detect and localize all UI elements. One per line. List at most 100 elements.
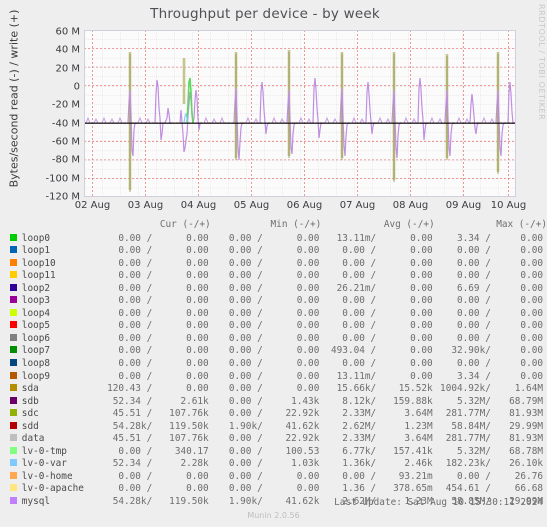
color-swatch-icon bbox=[9, 333, 17, 341]
legend-avg-pos: 157.41k bbox=[393, 445, 433, 457]
legend-cur-pos: 0.00 bbox=[186, 358, 209, 370]
legend-max-pos: 81.93M bbox=[509, 433, 543, 445]
legend-min-pos: 0.00 bbox=[296, 383, 320, 395]
legend-min-pos: 0.00 bbox=[296, 470, 320, 482]
color-swatch-icon bbox=[9, 346, 17, 354]
legend-row: lv-0-apache 0.00 / 0.00 0.00 / 0.00 1.36 / 378… bbox=[0, 483, 547, 496]
legend-swatch-cell bbox=[0, 433, 21, 446]
rrdtool-watermark: RRDTOOL / TOBI OETIKER bbox=[537, 4, 546, 121]
x-tick-label: 06 Aug bbox=[286, 200, 323, 211]
legend-cur-neg: 0.00 / bbox=[118, 358, 153, 370]
legend-min-neg: 0.00 / bbox=[228, 458, 263, 470]
legend-row: lv-0-var 52.34 / 2.28k 0.00 / 1.03k 1.36k/2.4… bbox=[0, 458, 547, 471]
legend-header-row: Cur (-/+) Min (-/+) Avg (-/+) Max (-/+) bbox=[0, 219, 547, 233]
legend-table: Cur (-/+) Min (-/+) Avg (-/+) Max (-/+) … bbox=[0, 219, 547, 509]
legend-max-neg: 32.90k/ bbox=[451, 345, 491, 357]
legend-cur-neg: 0.00 / bbox=[118, 307, 153, 319]
legend-min-neg: 0.00 / bbox=[228, 408, 263, 420]
legend-series-name: loop10 bbox=[21, 257, 56, 269]
legend-min-pos: 41.62k bbox=[285, 420, 320, 432]
legend-header-max: Max (-/+) bbox=[496, 219, 547, 230]
legend-series-name: loop3 bbox=[21, 295, 51, 307]
legend-swatch-cell bbox=[0, 320, 21, 333]
y-tick-label: -20 M bbox=[51, 99, 80, 111]
legend-max-pos: 0.00 bbox=[520, 320, 543, 332]
x-tick-label: 03 Aug bbox=[127, 200, 164, 211]
legend-cur-pos: 107.76k bbox=[169, 408, 209, 420]
y-tick-label: -40 M bbox=[51, 118, 80, 130]
legend-max-neg: 182.23k/ bbox=[445, 458, 491, 470]
legend-row: loop10 0.00 / 0.00 0.00 / 0.00 0.00 / 0.00 0.00… bbox=[0, 258, 547, 271]
legend-min-pos: 0.00 bbox=[296, 270, 320, 282]
legend-avg-neg: 0.00 / bbox=[342, 470, 377, 482]
legend-cur-neg: 0.00 / bbox=[118, 470, 153, 482]
legend-min-pos: 1.03k bbox=[291, 458, 320, 470]
y-tick-label: 40 M bbox=[55, 44, 80, 56]
legend-max-pos: 0.00 bbox=[520, 307, 543, 319]
legend-series-name: loop11 bbox=[21, 270, 56, 282]
color-swatch-icon bbox=[9, 271, 17, 279]
legend-cur-neg: 0.00 / bbox=[118, 282, 153, 294]
legend-series-name: loop5 bbox=[21, 320, 51, 332]
legend-header-swatch bbox=[0, 219, 21, 233]
legend-cur-pos: 0.00 bbox=[186, 270, 209, 282]
color-swatch-icon bbox=[9, 434, 17, 442]
legend-series-name: sdb bbox=[21, 395, 39, 407]
legend-avg-neg: 15.66k/ bbox=[336, 383, 377, 395]
legend-max-pos: 26.10k bbox=[509, 458, 543, 470]
legend-series-name: sdc bbox=[21, 408, 39, 420]
legend-max-pos: 0.00 bbox=[520, 358, 543, 370]
legend-min-neg: 0.00 / bbox=[228, 370, 263, 382]
legend-max-pos: 29.99M bbox=[509, 420, 543, 432]
legend-cur-pos: 0.00 bbox=[186, 320, 209, 332]
last-update: Last update: Sat Aug 10 15:30:11 2024 bbox=[334, 497, 543, 508]
x-tick-label: 07 Aug bbox=[339, 200, 376, 211]
legend-max-pos: 68.79M bbox=[509, 395, 543, 407]
y-tick-label: 20 M bbox=[55, 63, 80, 75]
legend-min-neg: 0.00 / bbox=[228, 483, 263, 495]
legend-swatch-cell bbox=[0, 396, 21, 409]
legend-avg-neg: 0.00 / bbox=[342, 295, 377, 307]
legend-series-name: sda bbox=[21, 383, 39, 395]
legend-series-name: lv-0-apache bbox=[21, 483, 84, 495]
legend-min-pos: 100.53 bbox=[285, 445, 320, 457]
munin-version: Munin 2.0.56 bbox=[247, 511, 300, 520]
legend-min-pos: 0.00 bbox=[296, 245, 320, 257]
legend-cur-neg: 0.00 / bbox=[118, 320, 153, 332]
legend-min-neg: 0.00 / bbox=[228, 257, 263, 269]
legend-cur-neg: 0.00 / bbox=[118, 332, 153, 344]
legend-min-pos: 0.00 bbox=[296, 483, 320, 495]
legend-max-neg: 281.77M/ bbox=[445, 408, 491, 420]
legend-cur-neg: 0.00 / bbox=[118, 370, 153, 382]
color-swatch-icon bbox=[9, 384, 17, 392]
legend-avg-neg: 0.00 / bbox=[342, 332, 377, 344]
color-swatch-icon bbox=[9, 421, 17, 429]
legend-avg-neg: 26.21m/ bbox=[336, 282, 377, 294]
legend-row: sdb 52.34 / 2.61k 0.00 / 1.43k 8.12k/159.88k 5… bbox=[0, 396, 547, 409]
legend-avg-pos: 1.23M bbox=[404, 420, 433, 432]
legend-series-name: loop6 bbox=[21, 332, 51, 344]
legend-series-name: loop2 bbox=[21, 282, 51, 294]
legend-max-neg: 3.34 / bbox=[456, 232, 491, 244]
x-tick-label: 10 Aug bbox=[490, 200, 527, 211]
legend-max-neg: 281.77M/ bbox=[445, 433, 491, 445]
legend-min-pos: 0.00 bbox=[296, 358, 320, 370]
legend-row: loop0 0.00 / 0.00 0.00 / 0.00 13.11m/0.00 3.34… bbox=[0, 233, 547, 246]
legend-avg-pos: 2.46k bbox=[404, 458, 433, 470]
legend-series-name: loop7 bbox=[21, 345, 51, 357]
legend-cur-neg: 120.43 / bbox=[107, 383, 153, 395]
legend-max-neg: 6.69 / bbox=[456, 282, 491, 294]
legend-min-neg: 0.00 / bbox=[228, 383, 263, 395]
legend-swatch-cell bbox=[0, 371, 21, 384]
legend-swatch-cell bbox=[0, 483, 21, 496]
y-tick-label: -80 M bbox=[51, 154, 80, 166]
legend-avg-pos: 378.65m bbox=[393, 483, 433, 495]
legend-cur-pos: 0.00 bbox=[186, 483, 209, 495]
legend-min-pos: 1.43k bbox=[291, 395, 320, 407]
color-swatch-icon bbox=[9, 246, 17, 254]
legend-cur-pos: 0.00 bbox=[186, 257, 209, 269]
legend-cur-pos: 2.28k bbox=[180, 458, 209, 470]
legend-avg-neg: 0.00 / bbox=[342, 358, 377, 370]
legend-row: sdd 54.28k/119.50k 1.90k/41.62k 2.62M/1.23M… bbox=[0, 421, 547, 434]
legend-swatch-cell bbox=[0, 383, 21, 396]
